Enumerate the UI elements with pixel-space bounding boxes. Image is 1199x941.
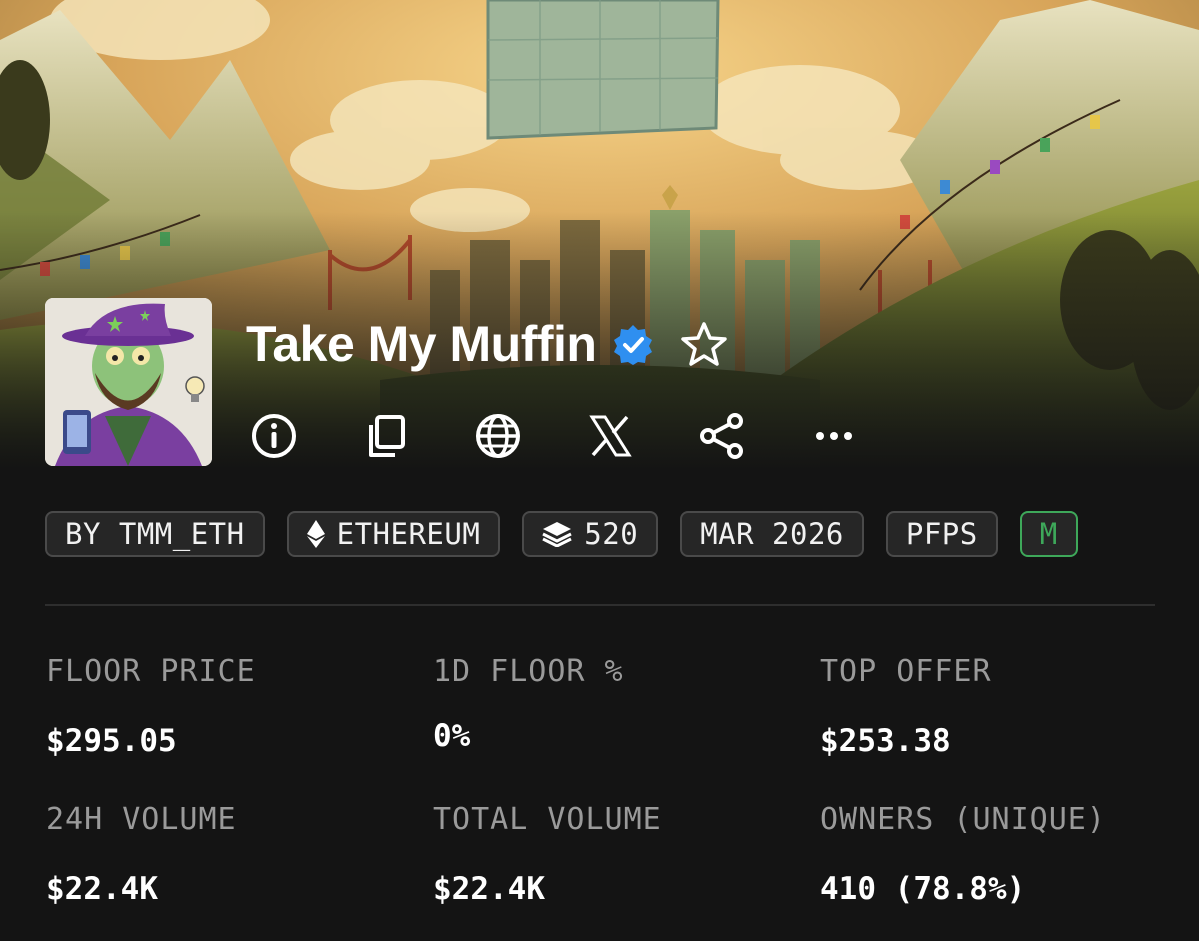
category-chip[interactable]: PFPS	[885, 511, 998, 557]
total-volume-value: $22.4K	[433, 871, 545, 907]
date-chip[interactable]: MAR 2026	[680, 511, 864, 557]
total-volume-label: TOTAL VOLUME	[433, 802, 662, 837]
chain-chip[interactable]: ETHEREUM	[286, 511, 501, 557]
more-icon[interactable]	[808, 410, 860, 462]
floor-price-value: $295.05	[46, 723, 177, 759]
owners-value: 410 (78.8%)	[820, 871, 1026, 907]
volume-24h-label: 24H VOLUME	[46, 802, 237, 837]
floor-change-value: 0%	[433, 718, 471, 754]
owners-label: OWNERS (UNIQUE)	[820, 802, 1106, 837]
category-label: PFPS	[905, 517, 978, 551]
top-offer-label: TOP OFFER	[820, 654, 992, 689]
favorite-star-icon[interactable]	[680, 320, 728, 368]
floor-price-label: FLOOR PRICE	[46, 654, 256, 689]
verified-badge-icon	[612, 323, 654, 365]
copy-icon[interactable]	[360, 410, 412, 462]
globe-icon[interactable]	[472, 410, 524, 462]
layers-icon	[542, 521, 572, 547]
collection-title: Take My Muffin	[246, 316, 597, 372]
info-icon[interactable]	[248, 410, 300, 462]
collection-header: Take My Muffin	[246, 312, 728, 376]
floor-change-label: 1D FLOOR %	[433, 654, 624, 689]
date-label: MAR 2026	[700, 517, 844, 551]
chain-label: ETHEREUM	[336, 517, 481, 551]
extra-chip[interactable]: M	[1019, 511, 1078, 557]
items-count-chip[interactable]: 520	[522, 511, 659, 557]
x-logo-icon[interactable]	[584, 410, 636, 462]
items-count-label: 520	[584, 517, 639, 551]
ethereum-icon	[306, 520, 325, 548]
collection-actions	[248, 408, 860, 464]
section-divider	[45, 604, 1155, 606]
collection-tags: BY TMM_ETH ETHEREUM 520 MAR 2026 PFPS M	[45, 511, 1155, 561]
top-offer-value: $253.38	[820, 723, 951, 759]
creator-chip[interactable]: BY TMM_ETH	[45, 511, 265, 557]
creator-label: BY TMM_ETH	[65, 517, 245, 551]
share-icon[interactable]	[696, 410, 748, 462]
collection-avatar	[45, 298, 212, 466]
volume-24h-value: $22.4K	[46, 871, 158, 907]
extra-chip-label: M	[1039, 517, 1058, 551]
